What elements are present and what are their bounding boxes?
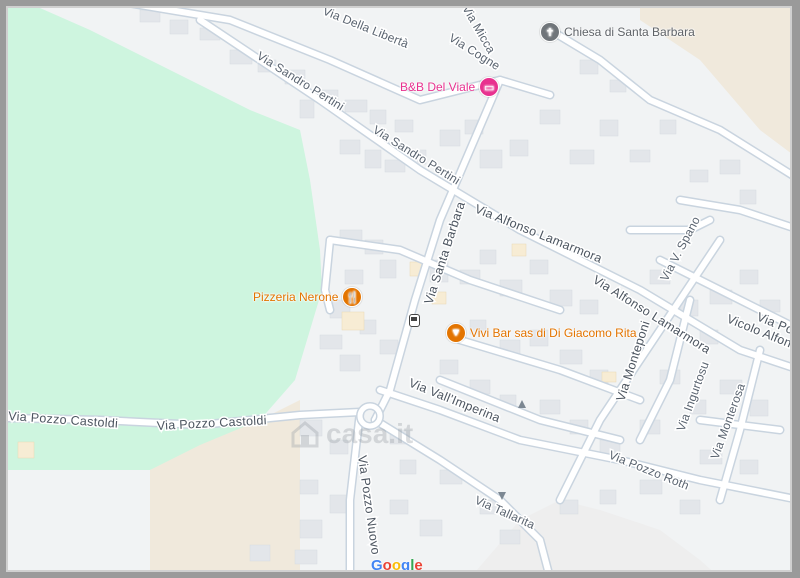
logo-letter: G [371,557,383,574]
watermark: casa.it [290,418,413,450]
poi-bar[interactable]: ▼ Vivi Bar sas di Di Giacomo Rita [446,323,637,343]
home-watermark-icon [291,421,319,448]
logo-letter: o [391,557,402,574]
logo-letter: o [382,557,392,574]
poi-label: Chiesa di Santa Barbara [564,25,695,39]
google-logo: Google [371,557,423,574]
logo-letter: g [401,557,411,574]
poi-hotel[interactable]: B&B Del Viale ▭ [400,77,500,97]
poi-label-line2: Di Giacomo Rita [549,326,637,340]
poi-label: B&B Del Viale [400,80,476,94]
bus-stop-icon[interactable] [409,314,420,327]
restaurant-icon: 🍴 [342,287,363,307]
poi-label: Pizzeria Nerone [253,290,339,304]
cocktail-icon: ▼ [446,323,466,343]
map-view[interactable]: Via Della Libertà Via Micca Via Cogne Vi… [0,0,800,578]
hotel-bed-icon: ▭ [479,77,500,97]
poi-label-two-line: Vivi Bar sas di Di Giacomo Rita [470,326,637,340]
poi-pizzeria[interactable]: Pizzeria Nerone 🍴 [253,287,363,307]
logo-letter: e [414,557,423,574]
church-icon: ✝ [540,22,560,42]
poi-church[interactable]: ✝ Chiesa di Santa Barbara [540,22,695,42]
poi-label-line1: Vivi Bar sas di [470,326,546,340]
watermark-text: casa.it [326,418,414,449]
